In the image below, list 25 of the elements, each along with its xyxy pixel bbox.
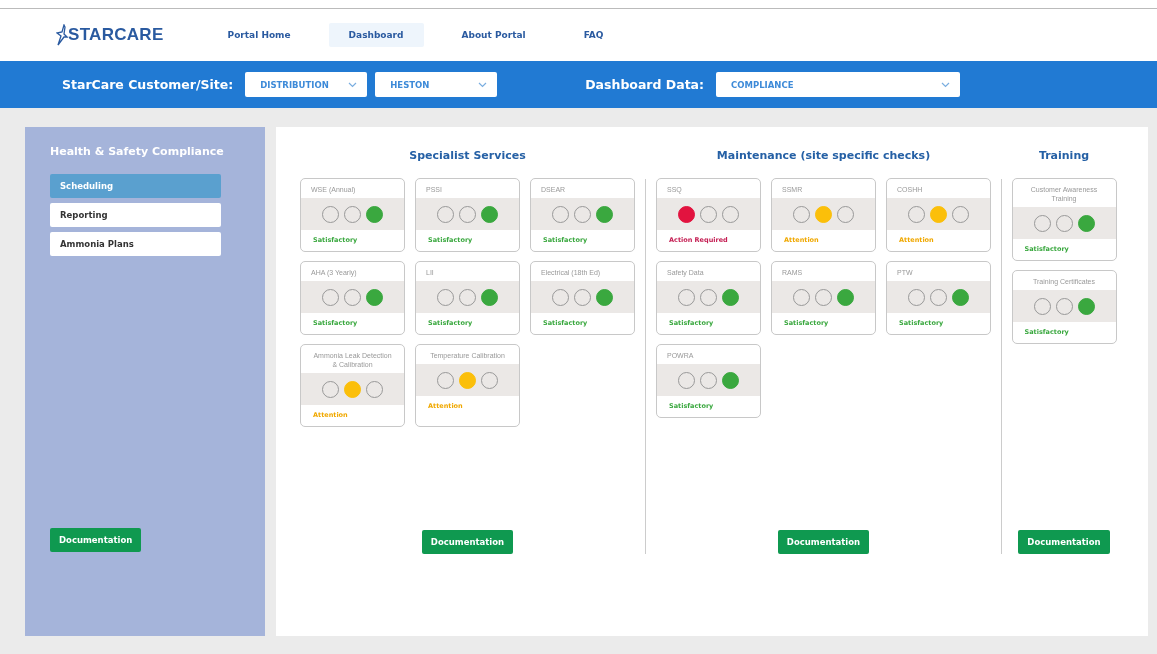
sidebar-title: Health & Safety Compliance — [50, 145, 225, 160]
chevron-icon — [348, 81, 358, 88]
site-label: StarCare Customer/Site: — [62, 77, 234, 92]
logo: STARCARE — [68, 25, 164, 45]
sidebar-item[interactable]: Scheduling — [50, 174, 221, 199]
section-title: Training — [1038, 149, 1090, 162]
data-select[interactable]: COMPLIANCE — [716, 72, 961, 97]
documentation-button[interactable]: Documentation — [421, 530, 514, 554]
customer-select[interactable]: DISTRIBUTION — [245, 72, 368, 97]
documentation-button[interactable]: Documentation — [50, 528, 142, 552]
section-title: Specialist Services — [409, 149, 526, 162]
sidebar-item[interactable]: Reporting — [50, 203, 221, 228]
nav-tab[interactable]: About Portal — [441, 23, 546, 47]
sidebar-item[interactable]: Ammonia Plans — [50, 232, 221, 257]
nav-tab[interactable]: FAQ — [563, 23, 624, 47]
chevron-icon — [941, 81, 951, 88]
section-title: Maintenance (site specific checks) — [716, 149, 931, 162]
star-icon — [56, 24, 68, 46]
documentation-button[interactable]: Documentation — [777, 530, 870, 554]
nav-tab[interactable]: Portal Home — [207, 23, 311, 47]
site-select[interactable]: HESTON — [375, 72, 498, 97]
nav-tab[interactable]: Dashboard — [328, 23, 424, 47]
chevron-icon — [478, 81, 488, 88]
data-label: Dashboard Data: — [585, 77, 705, 92]
documentation-button[interactable]: Documentation — [1018, 530, 1110, 554]
